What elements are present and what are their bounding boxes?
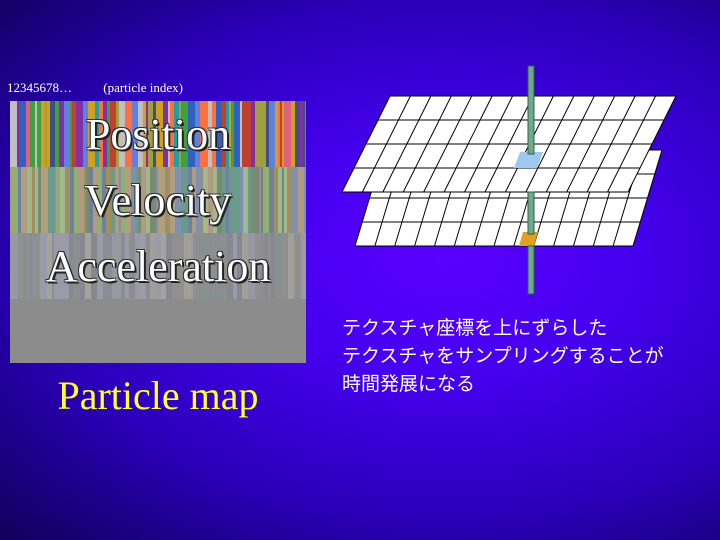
acceleration-label: Acceleration — [45, 242, 271, 291]
description-text: テクスチャ座標を上にずらした テクスチャをサンプリングすることが 時間発展になる — [342, 314, 664, 398]
description-line-2: テクスチャをサンプリングすることが — [342, 345, 664, 367]
description-line-1: テクスチャ座標を上にずらした — [342, 317, 608, 339]
rod-middle — [527, 191, 535, 235]
index-caption: (particle index) — [103, 80, 184, 95]
rod-top — [527, 65, 535, 155]
particle-map-texture: Position Velocity Acceleration — [10, 101, 306, 363]
upper-texture-grid — [341, 95, 677, 193]
texture-shift-diagram — [341, 65, 677, 295]
acceleration-row: Acceleration — [10, 233, 306, 299]
index-numbers: 12345678… — [7, 80, 72, 95]
rod-bottom — [527, 245, 535, 295]
particle-map-caption: Particle map — [57, 373, 259, 418]
velocity-label: Velocity — [84, 176, 232, 225]
description-line-3: 時間発展になる — [342, 373, 476, 395]
empty-row — [10, 299, 306, 363]
index-label-row: 12345678… (particle index) — [7, 80, 183, 96]
velocity-row: Velocity — [10, 167, 306, 233]
position-label: Position — [85, 110, 231, 159]
position-row: Position — [10, 101, 306, 167]
